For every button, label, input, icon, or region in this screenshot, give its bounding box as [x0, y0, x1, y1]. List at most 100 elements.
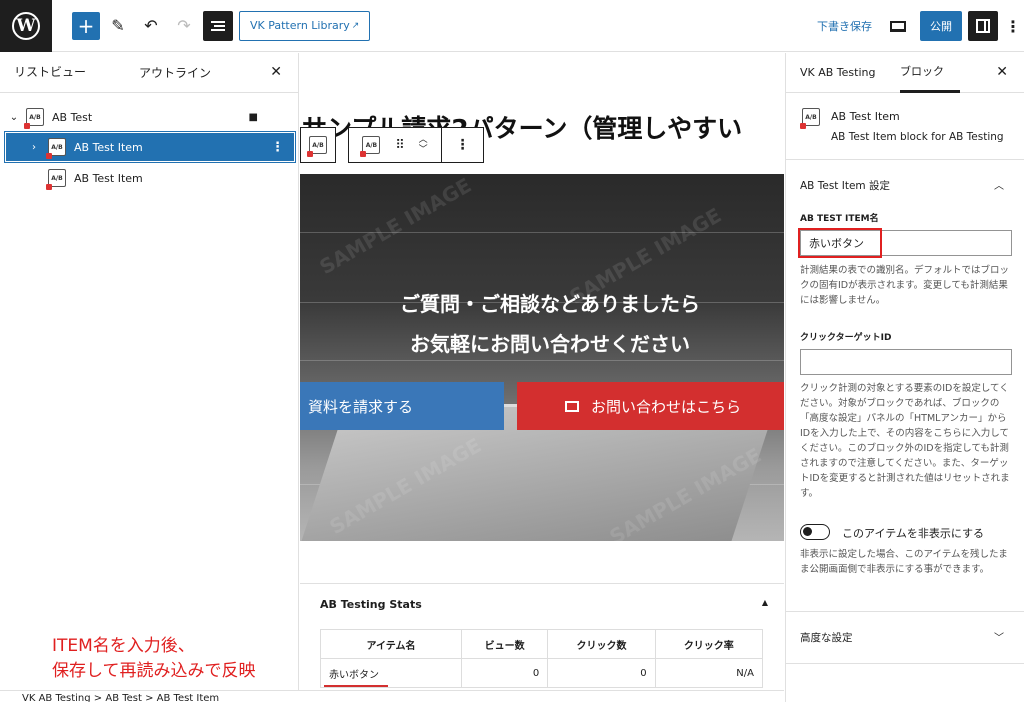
pencil-icon: ✎ — [111, 16, 125, 35]
list-view-icon — [211, 20, 225, 31]
annotation-note: ITEM名を入力後、 保存して再読み込みで反映 — [52, 634, 256, 684]
drag-handle-icon[interactable]: ⠿ — [395, 138, 404, 153]
editor-header: W + ✎ ↶ ↷ VK Pattern Library ↗ 下書き保存 公開 … — [0, 0, 1024, 52]
click-rate-cell: N/A — [654, 658, 764, 688]
block-inserter-button[interactable]: + — [72, 11, 100, 40]
chevron-down-icon[interactable]: ⌄ — [6, 112, 22, 123]
table-row: 赤いボタン 0 0 N/A — [319, 658, 764, 688]
list-item-ab-test-item[interactable]: A/B AB Test Item — [6, 164, 294, 192]
lock-icon: ■ — [248, 111, 258, 123]
vk-pattern-library-button[interactable]: VK Pattern Library ↗ — [239, 10, 371, 41]
collapse-caret-icon[interactable]: ▲ — [762, 598, 768, 607]
block-card-title: AB Test Item — [831, 110, 900, 123]
ab-test-item-block-icon: A/B — [46, 169, 66, 190]
plus-icon: + — [77, 13, 95, 38]
column-header: クリック率 — [654, 629, 764, 659]
contact-button[interactable]: お問い合わせはこちら — [517, 382, 784, 430]
wordpress-logo-button[interactable]: W — [0, 0, 52, 52]
tab-vk-ab-testing[interactable]: VK AB Testing — [800, 53, 900, 93]
settings-sidebar-toggle-button[interactable] — [968, 11, 998, 41]
settings-sidebar: VK AB Testing ブロック ✕ A/B AB Test Item AB… — [785, 53, 1024, 702]
parent-block-icon[interactable]: A/B — [360, 136, 381, 157]
annotation-line2: 保存して再読み込みで反映 — [52, 661, 256, 681]
hide-item-toggle-label[interactable]: このアイテムを非表示にする — [842, 525, 984, 541]
redo-button[interactable]: ↷ — [169, 11, 199, 41]
click-target-help: クリック計測の対象とする要素のIDを設定してください。対象がブロックであれば、ブ… — [800, 383, 1010, 499]
mail-icon — [565, 400, 579, 412]
divider — [786, 663, 1024, 664]
block-toolbar: A/B A/B ⠿ ︿ ﹀ ⋮ — [300, 127, 484, 163]
breadcrumb[interactable]: VK AB Testing > AB Test > AB Test Item — [0, 690, 784, 702]
views-cell: 0 — [461, 658, 549, 688]
contact-button-label: お問い合わせはこちら — [591, 397, 742, 416]
list-item-ab-test[interactable]: ⌄ A/B AB Test ■ — [6, 103, 294, 131]
hide-item-help: 非表示に設定した場合、このアイテムを残したまま公開画面側で非表示にする事ができま… — [800, 549, 1008, 575]
chevron-right-icon[interactable]: › — [26, 142, 42, 153]
ab-test-item-block-icon: A/B — [307, 136, 327, 157]
options-more-button[interactable]: ⋮ — [1002, 17, 1024, 36]
block-options-button[interactable]: ⋮ — [442, 127, 484, 163]
preview-desktop-icon[interactable] — [890, 20, 906, 32]
highlight-box — [798, 228, 882, 258]
move-up-icon[interactable]: ︿ — [419, 135, 428, 145]
block-type-button[interactable]: A/B — [300, 127, 336, 163]
undo-icon: ↶ — [144, 16, 158, 35]
hero-cover-block[interactable]: SAMPLE IMAGE SAMPLE IMAGE SAMPLE IMAGE S… — [300, 174, 784, 541]
block-options-icon[interactable]: ⋮ — [271, 140, 284, 155]
ab-test-item-block-icon: A/B — [46, 138, 66, 159]
sidebar-tabs: VK AB Testing ブロック ✕ — [786, 53, 1024, 93]
item-name-cell: 赤いボタン — [319, 658, 463, 688]
block-card: A/B AB Test Item AB Test Item block for … — [786, 94, 1024, 160]
column-header: ビュー数 — [461, 629, 549, 659]
block-mover-group: A/B ⠿ ︿ ﹀ — [348, 127, 442, 163]
ab-test-item-block-icon: A/B — [800, 108, 820, 129]
move-down-icon[interactable]: ﹀ — [419, 145, 428, 155]
list-item-label: AB Test — [52, 110, 93, 124]
hide-item-toggle[interactable] — [800, 524, 830, 540]
table-header-row: アイテム名 ビュー数 クリック数 クリック率 — [319, 629, 764, 659]
list-view-toggle-button[interactable] — [203, 10, 233, 41]
list-view-panel: リストビュー アウトライン ✕ ⌄ A/B AB Test ■ › A/B AB… — [0, 53, 299, 702]
editor-canvas: サンプル請求2パターン（管理しやすい A/B A/B ⠿ ︿ ﹀ ⋮ SAMPL… — [300, 53, 784, 702]
click-target-input[interactable] — [800, 349, 1012, 375]
block-card-description: AB Test Item block for AB Testing — [831, 131, 1004, 143]
request-document-button[interactable]: 資料を請求する — [300, 382, 504, 430]
item-name-label: AB TEST ITEM名 — [800, 214, 879, 224]
advanced-panel-title[interactable]: 高度な設定 — [800, 630, 853, 645]
publish-button[interactable]: 公開 — [920, 11, 962, 41]
list-view-tabs: リストビュー アウトライン ✕ — [0, 53, 298, 93]
decorative-line — [300, 360, 784, 361]
external-link-icon: ↗ — [351, 20, 360, 31]
annotation-underline — [324, 685, 388, 687]
close-icon[interactable]: ✕ — [996, 64, 1008, 80]
annotation-line1: ITEM名を入力後、 — [52, 636, 195, 656]
pattern-library-label: VK Pattern Library — [250, 19, 350, 32]
settings-panel-title[interactable]: AB Test Item 設定 — [800, 178, 890, 193]
list-item-ab-test-item-selected[interactable]: › A/B AB Test Item ⋮ — [4, 131, 296, 163]
close-icon[interactable]: ✕ — [270, 64, 282, 80]
watermark-text: SAMPLE IMAGE — [315, 174, 476, 280]
hero-heading-line1: ご質問・ご相談などありましたら — [400, 292, 700, 316]
tab-block[interactable]: ブロック — [900, 53, 960, 93]
stats-table: アイテム名 ビュー数 クリック数 クリック率 赤いボタン 0 0 N/A — [319, 629, 764, 688]
tab-list-view[interactable]: リストビュー — [14, 53, 139, 93]
stats-title: AB Testing Stats — [320, 598, 422, 611]
click-target-label: クリックターゲットID — [800, 333, 892, 343]
wordpress-icon: W — [12, 11, 40, 40]
block-movers: ︿ ﹀ — [419, 135, 428, 155]
tab-outline[interactable]: アウトライン — [139, 53, 259, 93]
redo-icon: ↷ — [177, 16, 191, 35]
ab-test-block-icon: A/B — [24, 108, 44, 129]
clicks-cell: 0 — [547, 658, 656, 688]
chevron-up-icon[interactable]: ︿ — [994, 177, 1004, 192]
save-draft-button[interactable]: 下書き保存 — [817, 18, 872, 34]
column-header: クリック数 — [547, 629, 656, 659]
list-item-label: AB Test Item — [74, 140, 143, 154]
undo-button[interactable]: ↶ — [136, 11, 166, 41]
tools-button[interactable]: ✎ — [103, 11, 133, 41]
chevron-down-icon[interactable]: ﹀ — [994, 629, 1004, 644]
sidebar-icon — [976, 19, 990, 33]
divider — [786, 611, 1024, 612]
column-header: アイテム名 — [319, 629, 463, 659]
hero-heading-line2: お気軽にお問い合わせください — [410, 332, 690, 356]
